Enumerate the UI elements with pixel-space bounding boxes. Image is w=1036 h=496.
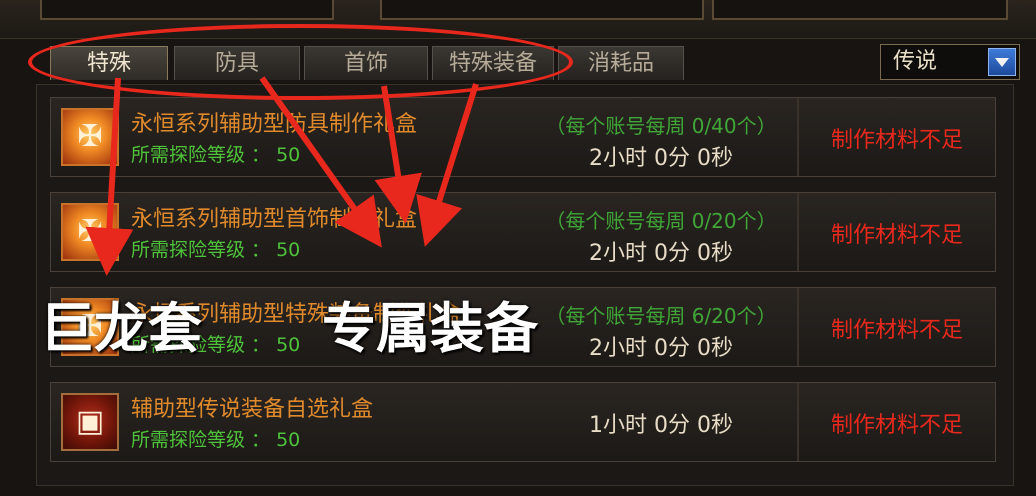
arrow-line [374,85,422,224]
arrow-line [259,76,382,248]
arrow-line [416,83,479,247]
arrow-line [85,77,134,276]
annotation-label: 专属装备 [322,297,538,360]
annotation-label: 巨龙套 [40,297,202,360]
annotation-arrows [85,76,479,276]
